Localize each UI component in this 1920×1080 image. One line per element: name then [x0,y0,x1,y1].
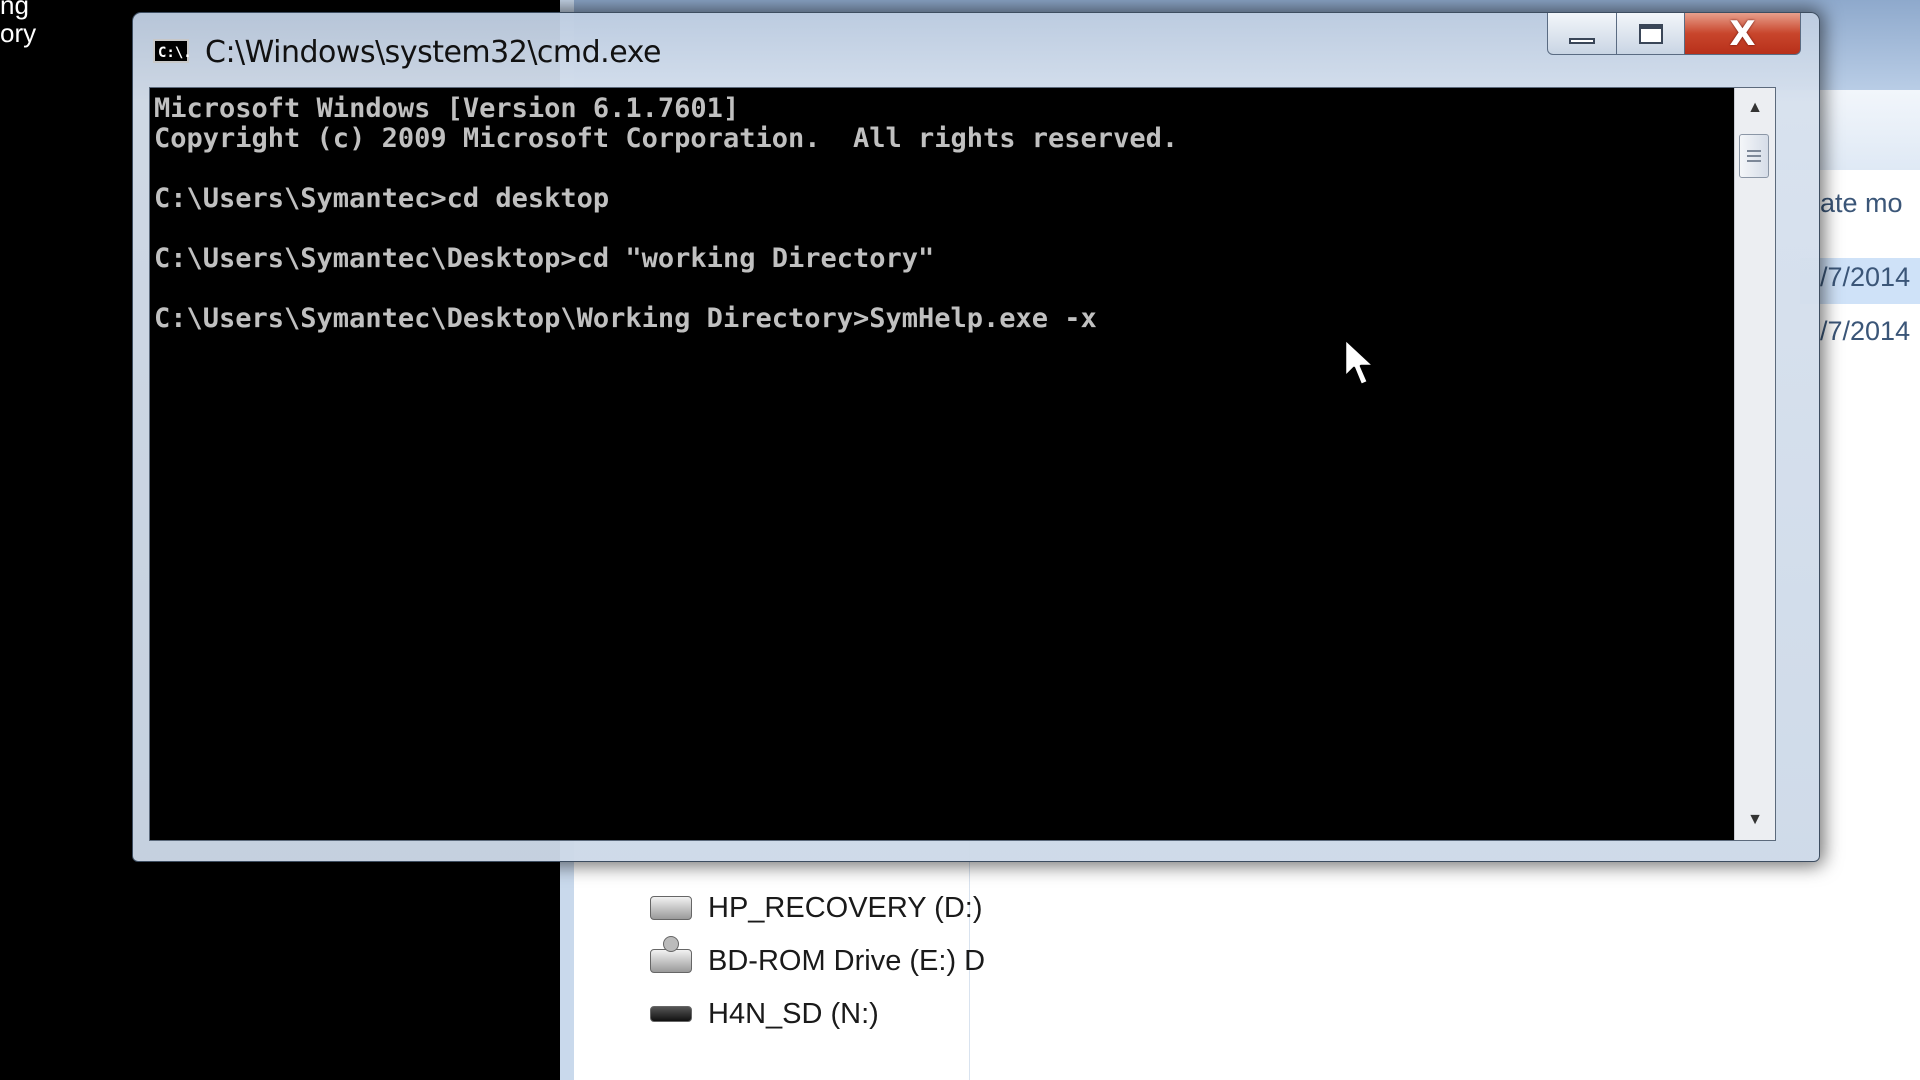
cmd-titlebar[interactable]: C:\. C:\Windows\system32\cmd.exe X [133,13,1819,87]
mouse-pointer-icon [1343,337,1376,387]
drive-item-hp-recovery[interactable]: HP_RECOVERY (D:) [650,888,983,928]
cmd-window[interactable]: C:\. C:\Windows\system32\cmd.exe X Micro… [132,12,1820,862]
drive-item-bd-rom[interactable]: BD-ROM Drive (E:) D [650,936,986,981]
caption-buttons: X [1547,13,1801,57]
date-modified-column-header[interactable]: ate mo [1820,188,1903,219]
cmd-app-icon[interactable]: C:\. [153,39,192,63]
console-output-area[interactable]: Microsoft Windows [Version 6.1.7601] Cop… [149,87,1776,841]
drive-label: HP_RECOVERY (D:) [708,891,983,924]
drive-item-h4n-sd[interactable]: H4N_SD (N:) [650,994,879,1034]
drive-label: BD-ROM Drive (E:) D [708,944,986,977]
close-button[interactable]: X [1685,13,1801,55]
drive-label: H4N_SD (N:) [708,997,879,1030]
console-text: Microsoft Windows [Version 6.1.7601] Cop… [154,93,1179,334]
minimize-button[interactable] [1547,13,1617,55]
file-date-cell[interactable]: /7/2014 [1820,316,1910,347]
scroll-down-arrow-icon[interactable]: ▼ [1735,800,1775,840]
scroll-up-arrow-icon[interactable]: ▲ [1735,88,1775,128]
maximize-icon [1638,23,1663,44]
file-date-cell[interactable]: /7/2014 [1820,262,1910,293]
hard-drive-icon [650,896,692,920]
scroll-thumb[interactable] [1739,134,1769,178]
vertical-scrollbar[interactable]: ▲ ▼ [1734,88,1775,840]
desktop-icon-label-2[interactable]: ory [0,18,36,48]
minimize-icon [1569,37,1595,44]
window-title: C:\Windows\system32\cmd.exe [205,35,661,70]
removable-drive-icon [650,1006,692,1022]
optical-drive-icon [650,936,692,973]
close-icon: X [1729,13,1756,54]
maximize-button[interactable] [1617,13,1685,55]
desktop-icon-label-1[interactable]: ng [0,0,29,20]
